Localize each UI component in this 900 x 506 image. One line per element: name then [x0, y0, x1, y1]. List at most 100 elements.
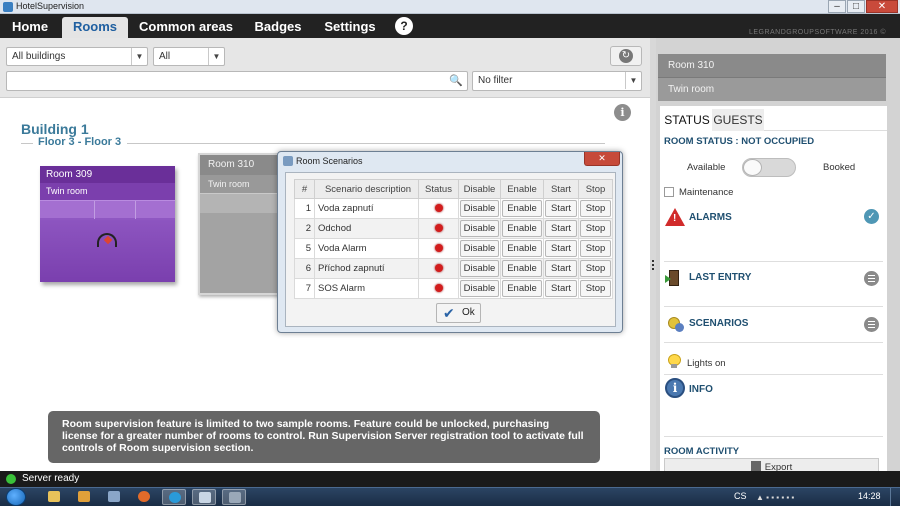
status-bar: Server ready	[0, 471, 900, 487]
tab-settings[interactable]: Settings	[320, 17, 380, 38]
search-icon[interactable]: 🔍	[449, 74, 463, 87]
tab-guests[interactable]: GUESTS	[712, 109, 764, 131]
divider	[127, 143, 605, 144]
room-detail-panel: Room 310 Twin room STATUS GUESTS ROOM ST…	[656, 38, 900, 474]
start-button[interactable]	[6, 488, 26, 506]
close-button[interactable]: ✕	[866, 0, 898, 13]
dialog-icon	[283, 156, 293, 166]
info-icon[interactable]: i	[614, 104, 631, 121]
table-row: 5 Voda Alarm Disable Enable Start Stop	[294, 238, 613, 259]
filter-select[interactable]: No filter ▼	[472, 71, 642, 91]
stop-button[interactable]: Stop	[580, 260, 611, 277]
lights-on-label: Lights on	[687, 358, 726, 369]
taskbar-explorer-button[interactable]	[42, 489, 66, 505]
enable-button[interactable]: Enable	[502, 280, 542, 297]
filter-toolbar: All buildings ▼ All ▼ ↻ 🔍 No filter ▼	[0, 38, 650, 98]
system-tray-icons[interactable]: ▲ ▪ ▪ ▪ ▪ ▪ ▪	[756, 493, 794, 502]
selected-room-name: Room 310	[658, 54, 886, 78]
license-banner: Room supervision feature is limited to t…	[48, 411, 600, 463]
stop-button[interactable]: Stop	[580, 200, 611, 217]
taskbar-app-button[interactable]	[222, 489, 246, 505]
table-row: 2 Odchod Disable Enable Start Stop	[294, 218, 613, 239]
divider	[664, 374, 883, 375]
taskbar-hotelsupervision-button[interactable]	[192, 489, 216, 505]
booking-toggle[interactable]	[742, 158, 796, 177]
status-indicator-icon	[434, 244, 443, 253]
floor-select[interactable]: All ▼	[153, 47, 225, 66]
scenarios-table: # Scenario description Status Disable En…	[294, 179, 613, 299]
status-indicator-icon	[434, 264, 443, 273]
building-title: Building 1	[21, 121, 89, 137]
menu-icon[interactable]	[864, 317, 879, 332]
refresh-icon: ↻	[619, 49, 633, 63]
menu-icon[interactable]	[864, 271, 879, 286]
tab-home[interactable]: Home	[4, 17, 56, 38]
scenarios-icon	[665, 315, 685, 335]
row-number: 5	[294, 238, 315, 259]
check-icon: ✓	[864, 209, 879, 224]
toggle-knob	[743, 159, 762, 176]
tab-status[interactable]: STATUS	[662, 109, 712, 131]
chevron-down-icon: ▼	[131, 48, 147, 65]
buildings-select[interactable]: All buildings ▼	[6, 47, 148, 66]
language-indicator[interactable]: CS	[734, 491, 747, 501]
dialog-close-button[interactable]: ✕	[584, 152, 620, 166]
enable-button[interactable]: Enable	[502, 200, 542, 217]
disable-button[interactable]: Disable	[460, 280, 499, 297]
disable-button[interactable]: Disable	[460, 220, 499, 237]
window-title: HotelSupervision	[16, 1, 85, 11]
room-card-309[interactable]: Room 309 Twin room	[40, 166, 175, 282]
ok-label: Ok	[462, 307, 475, 318]
alarm-glyph: !	[673, 213, 677, 224]
divider	[21, 143, 33, 144]
dialog-body: # Scenario description Status Disable En…	[285, 172, 616, 327]
room-type: Twin room	[40, 183, 175, 200]
taskbar-skype-button[interactable]	[162, 489, 186, 505]
start-button[interactable]: Start	[545, 200, 577, 217]
taskbar-firefox-button[interactable]	[132, 489, 156, 505]
tab-rooms[interactable]: Rooms	[62, 17, 128, 38]
gauge-icon	[97, 233, 117, 247]
ok-button[interactable]: ✔ Ok	[436, 303, 481, 323]
enable-button[interactable]: Enable	[502, 220, 542, 237]
show-desktop-button[interactable]	[890, 488, 900, 506]
clock[interactable]: 14:28	[858, 491, 881, 501]
room-status-label: ROOM STATUS : NOT OCCUPIED	[664, 136, 815, 147]
brand-label: LEGRANDGROUPSOFTWARE 2016 ©	[748, 29, 886, 36]
start-button[interactable]: Start	[545, 240, 577, 257]
stop-button[interactable]: Stop	[580, 240, 611, 257]
start-button[interactable]: Start	[545, 280, 577, 297]
disable-button[interactable]: Disable	[460, 240, 499, 257]
enable-button[interactable]: Enable	[502, 240, 542, 257]
room-card-310[interactable]: Room 310 Twin room	[198, 153, 280, 295]
taskbar-media-button[interactable]	[72, 489, 96, 505]
tab-common-areas[interactable]: Common areas	[136, 17, 236, 38]
tab-badges[interactable]: Badges	[250, 17, 306, 38]
table-row: 7 SOS Alarm Disable Enable Start Stop	[294, 278, 613, 299]
scenario-description: SOS Alarm	[314, 278, 419, 299]
status-cell	[418, 258, 459, 279]
start-button[interactable]: Start	[545, 260, 577, 277]
booked-label: Booked	[823, 162, 856, 173]
maximize-button[interactable]: □	[847, 0, 865, 13]
enable-button[interactable]: Enable	[502, 260, 542, 277]
buildings-select-value: All buildings	[12, 51, 66, 62]
stop-button[interactable]: Stop	[580, 280, 611, 297]
minimize-button[interactable]: –	[828, 0, 846, 13]
maintenance-label: Maintenance	[679, 187, 734, 198]
disable-button[interactable]: Disable	[460, 260, 499, 277]
help-button[interactable]: ?	[395, 17, 413, 35]
stop-button[interactable]: Stop	[580, 220, 611, 237]
taskbar-app-button[interactable]	[102, 489, 126, 505]
search-input[interactable]: 🔍	[6, 71, 468, 91]
status-indicator-icon	[434, 284, 443, 293]
room-name: Room 309	[40, 166, 175, 183]
scenarios-title[interactable]: SCENARIOS	[689, 318, 748, 329]
table-row: 1 Voda zapnutí Disable Enable Start Stop	[294, 198, 613, 219]
divider	[664, 306, 883, 307]
refresh-button[interactable]: ↻	[610, 46, 642, 66]
disable-button[interactable]: Disable	[460, 200, 499, 217]
maintenance-checkbox[interactable]	[664, 187, 674, 197]
info-title: INFO	[689, 384, 713, 395]
start-button[interactable]: Start	[545, 220, 577, 237]
